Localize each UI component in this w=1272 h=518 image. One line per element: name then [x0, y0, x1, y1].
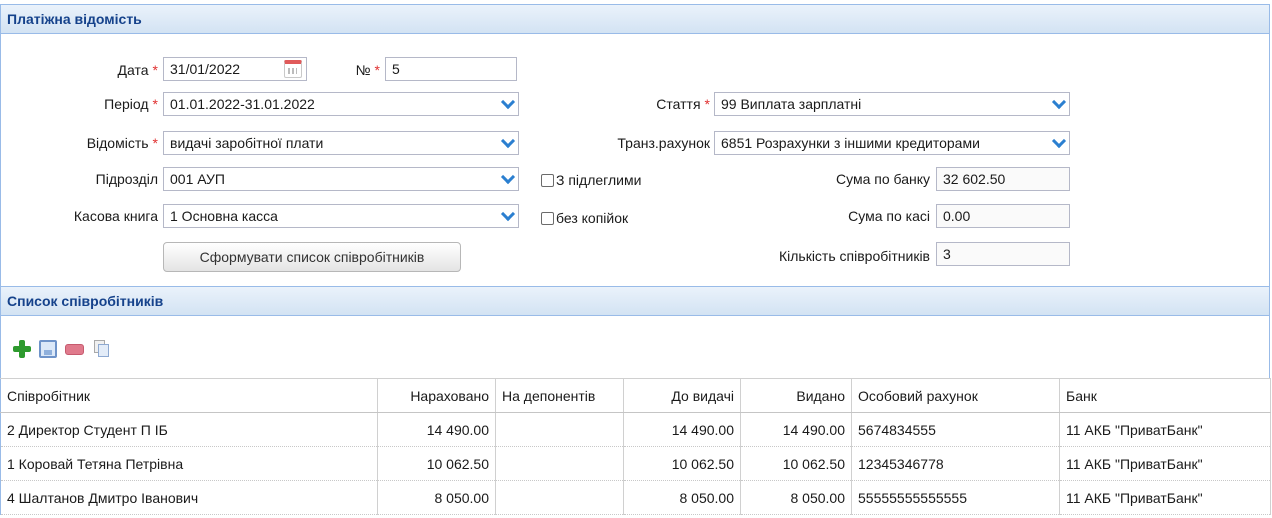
cell-accrued: 8 050.00	[377, 480, 496, 515]
date-label: Дата *	[117, 62, 158, 78]
employees-table: Співробітник Нараховано На депонентів До…	[0, 378, 1271, 515]
cash-sum-field: 0.00	[936, 204, 1070, 228]
cell-personal-account: 5674834555	[851, 412, 1060, 447]
col-employee[interactable]: Співробітник	[0, 378, 378, 413]
department-select[interactable]: 001 АУП	[163, 167, 519, 191]
delete-icon[interactable]	[65, 344, 84, 355]
table-row[interactable]: 4 Шалтанов Дмитро Іванович 8 050.00 8 05…	[0, 480, 1271, 515]
employees-panel-title: Список співробітників	[0, 286, 1270, 316]
article-select[interactable]: 99 Виплата зарплатні	[714, 92, 1070, 116]
col-deposited[interactable]: На депонентів	[495, 378, 624, 413]
generate-employee-list-button[interactable]: Сформувати список співробітників	[163, 242, 461, 272]
checkbox-box[interactable]	[541, 211, 554, 225]
save-icon[interactable]	[39, 340, 57, 358]
cell-employee: 4 Шалтанов Дмитро Іванович	[0, 480, 378, 515]
chevron-down-icon[interactable]	[499, 94, 517, 114]
cell-deposited	[495, 412, 624, 447]
number-field[interactable]: 5	[385, 57, 517, 81]
cell-accrued: 14 490.00	[377, 412, 496, 447]
cell-paid: 14 490.00	[740, 412, 852, 447]
chevron-down-icon[interactable]	[1050, 133, 1068, 153]
transit-account-label: Транз.рахунок	[617, 135, 710, 151]
cell-to-pay: 10 062.50	[623, 446, 741, 481]
cell-deposited	[495, 446, 624, 481]
cell-bank: 11 АКБ "ПриватБанк"	[1059, 412, 1271, 447]
col-personal-account[interactable]: Особовий рахунок	[851, 378, 1060, 413]
no-kopecks-checkbox[interactable]: без копійок	[541, 208, 628, 228]
cell-employee: 1 Коровай Тетяна Петрівна	[0, 446, 378, 481]
cell-deposited	[495, 480, 624, 515]
col-paid[interactable]: Видано	[740, 378, 852, 413]
col-accrued[interactable]: Нараховано	[377, 378, 496, 413]
cash-sum-label: Сума по касі	[848, 208, 930, 224]
bank-sum-label: Сума по банку	[835, 171, 930, 187]
number-label: № *	[355, 62, 380, 78]
col-bank[interactable]: Банк	[1059, 378, 1271, 413]
cell-bank: 11 АКБ "ПриватБанк"	[1059, 446, 1271, 481]
chevron-down-icon[interactable]	[499, 206, 517, 226]
cell-to-pay: 14 490.00	[623, 412, 741, 447]
cell-accrued: 10 062.50	[377, 446, 496, 481]
date-value: 31/01/2022	[170, 61, 241, 77]
article-label: Стаття *	[656, 96, 710, 112]
add-icon[interactable]	[13, 340, 31, 358]
period-select[interactable]: 01.01.2022-31.01.2022	[163, 92, 519, 116]
chevron-down-icon[interactable]	[1050, 94, 1068, 114]
subordinates-checkbox[interactable]: З підлеглими	[541, 170, 641, 190]
cell-paid: 10 062.50	[740, 446, 852, 481]
cell-personal-account: 55555555555555	[851, 480, 1060, 515]
bank-sum-field: 32 602.50	[936, 167, 1070, 191]
table-row[interactable]: 2 Директор Студент П ІБ 14 490.00 14 490…	[0, 412, 1271, 447]
col-to-pay[interactable]: До видачі	[623, 378, 741, 413]
checkbox-box[interactable]	[541, 173, 554, 187]
cell-employee: 2 Директор Студент П ІБ	[0, 412, 378, 447]
cell-personal-account: 12345346778	[851, 446, 1060, 481]
employee-count-label: Кількість співробітників	[778, 248, 930, 264]
table-row[interactable]: 1 Коровай Тетяна Петрівна 10 062.50 10 0…	[0, 446, 1271, 481]
date-field[interactable]: 31/01/2022	[163, 57, 307, 81]
employee-count-field: 3	[936, 242, 1070, 266]
copy-icon[interactable]	[94, 340, 109, 357]
calendar-icon[interactable]	[284, 60, 302, 78]
cell-paid: 8 050.00	[740, 480, 852, 515]
statement-label: Відомість *	[86, 135, 158, 151]
cell-to-pay: 8 050.00	[623, 480, 741, 515]
chevron-down-icon[interactable]	[499, 169, 517, 189]
period-label: Період *	[104, 96, 158, 112]
transit-account-select[interactable]: 6851 Розрахунки з іншими кредиторами	[714, 131, 1070, 155]
statement-select[interactable]: видачі заробітної плати	[163, 131, 519, 155]
table-header-row: Співробітник Нараховано На депонентів До…	[0, 378, 1271, 413]
cashbook-select[interactable]: 1 Основна касса	[163, 204, 519, 228]
chevron-down-icon[interactable]	[499, 133, 517, 153]
cashbook-label: Касова книга	[73, 208, 158, 224]
form-panel-title: Платіжна відомість	[0, 4, 1270, 34]
employees-toolbar	[0, 316, 1270, 378]
department-label: Підрозділ	[95, 171, 158, 187]
cell-bank: 11 АКБ "ПриватБанк"	[1059, 480, 1271, 515]
